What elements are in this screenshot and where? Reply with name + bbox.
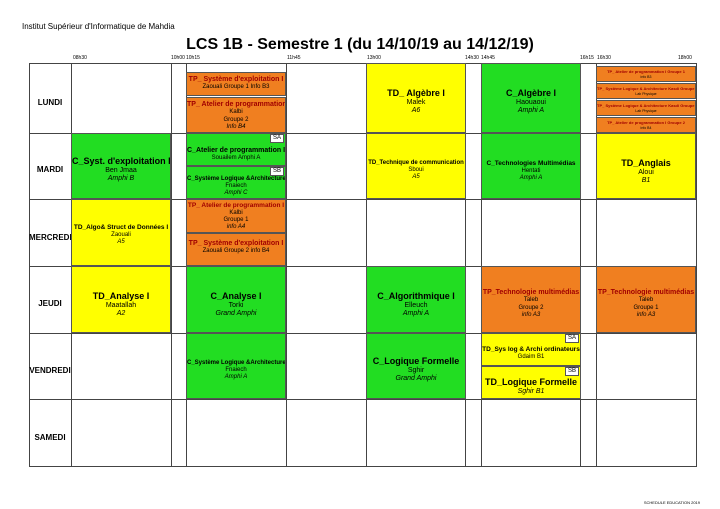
session-c-technologies-multimedias[interactable]: C_Technologies Multimédias Hentati Amphi… (481, 133, 581, 199)
day-label-mercredi: MERCREDI (29, 233, 72, 242)
time-label: 14h45 (481, 55, 495, 61)
session-tp-systeme-logique-g2[interactable]: TP_ Système Logique & Architecture Kasdi… (596, 83, 696, 99)
time-label: 10h15 (186, 55, 200, 61)
session-tp-systeme-exploitation-g2[interactable]: TP_ Système d'exploitation I Zaouali Gro… (186, 233, 286, 266)
section-a-badge: SA (269, 134, 284, 144)
session-tp-systeme-exploitation-g1[interactable]: TP_ Système d'exploitation I Zaouali Gro… (186, 72, 286, 96)
page-title: LCS 1B - Semestre 1 (du 14/10/19 au 14/1… (186, 36, 534, 53)
session-tp-systeme-logique-g1[interactable]: TP_ Système Logique & Architecture Kasdi… (596, 100, 696, 116)
session-tp-technologie-multimedias-g1[interactable]: TP_Technologie multimédias Taleb Groupe … (596, 266, 696, 333)
day-label-samedi: SAMEDI (34, 433, 66, 442)
session-td-analyse[interactable]: TD_Analyse I Maatallah A2 (71, 266, 171, 333)
session-td-sys-log-archi[interactable]: SA TD_Sys log & Archi ordinateurs Gdaim … (481, 333, 581, 366)
time-label: 11h45 (287, 55, 301, 61)
session-c-systeme-logique[interactable]: SB C_Système Logique &Architecture Fnaie… (186, 166, 286, 199)
session-td-algo-struct-donnees[interactable]: TD_Algo& Struct de Données I Zaouali A5 (71, 199, 171, 266)
session-c-algebre[interactable]: C_Algèbre I Haouaoui Amphi A (481, 63, 581, 133)
time-label: 10h00 (171, 55, 185, 61)
session-td-technique-communication[interactable]: TD_Technique de communication Sboui A5 (366, 133, 466, 199)
session-td-logique-formelle[interactable]: SB TD_Logique Formelle Sghir B1 (481, 366, 581, 399)
session-tp-atelier-programmation-g1[interactable]: TP_ Atelier de programmation I Kalbi Gro… (186, 199, 286, 233)
time-label: 18h00 (678, 55, 692, 61)
day-label-vendredi: VENDREDI (29, 366, 71, 375)
session-td-anglais[interactable]: TD_Anglais Aloui B1 (596, 133, 696, 199)
session-tp-atelier-g1[interactable]: TP_ Atelier de programmation I Groupe 1 … (596, 66, 696, 82)
session-c-systeme-logique-vendredi[interactable]: C_Système Logique &Architecture Fnaiech … (186, 333, 286, 399)
session-c-atelier-programmation[interactable]: SA C_Atelier de programmation I Souailem… (186, 133, 286, 166)
section-b-badge: SB (269, 167, 284, 177)
time-label: 14h30 (465, 55, 479, 61)
day-label-mardi: MARDI (36, 165, 64, 174)
session-td-algebre[interactable]: TD_ Algèbre I Malek A6 (366, 63, 466, 133)
section-b-badge: SB (564, 367, 579, 377)
session-tp-atelier-g2[interactable]: TP_ Atelier de programmation I Groupe 2 … (596, 117, 696, 133)
session-c-analyse[interactable]: C_Analyse I Torki Grand Amphi (186, 266, 286, 333)
day-label-jeudi: JEUDI (38, 299, 62, 308)
institute-name: Institut Supérieur d'Informatique de Mah… (22, 22, 175, 31)
time-label: 08h30 (73, 55, 87, 61)
time-label: 16h30 (597, 55, 611, 61)
section-a-badge: SA (564, 334, 579, 344)
session-c-syst-exploitation[interactable]: C_Syst. d'exploitation I Ben Jmaa Amphi … (71, 133, 171, 199)
day-label-lundi: LUNDI (37, 98, 63, 107)
session-tp-atelier-programmation-g2[interactable]: TP_ Atelier de programmation I Kalbi Gro… (186, 97, 286, 133)
session-c-algorithmique[interactable]: C_Algorithmique I Elleuch Amphi A (366, 266, 466, 333)
footer-credit: SCHEDULE EDUCATION 2019 (643, 500, 700, 505)
session-tp-technologie-multimedias-g2[interactable]: TP_Technologie multimédias Taleb Groupe … (481, 266, 581, 333)
time-label: 13h00 (367, 55, 381, 61)
time-label: 16h15 (580, 55, 594, 61)
session-c-logique-formelle[interactable]: C_Logique Formelle Sghir Grand Amphi (366, 333, 466, 399)
